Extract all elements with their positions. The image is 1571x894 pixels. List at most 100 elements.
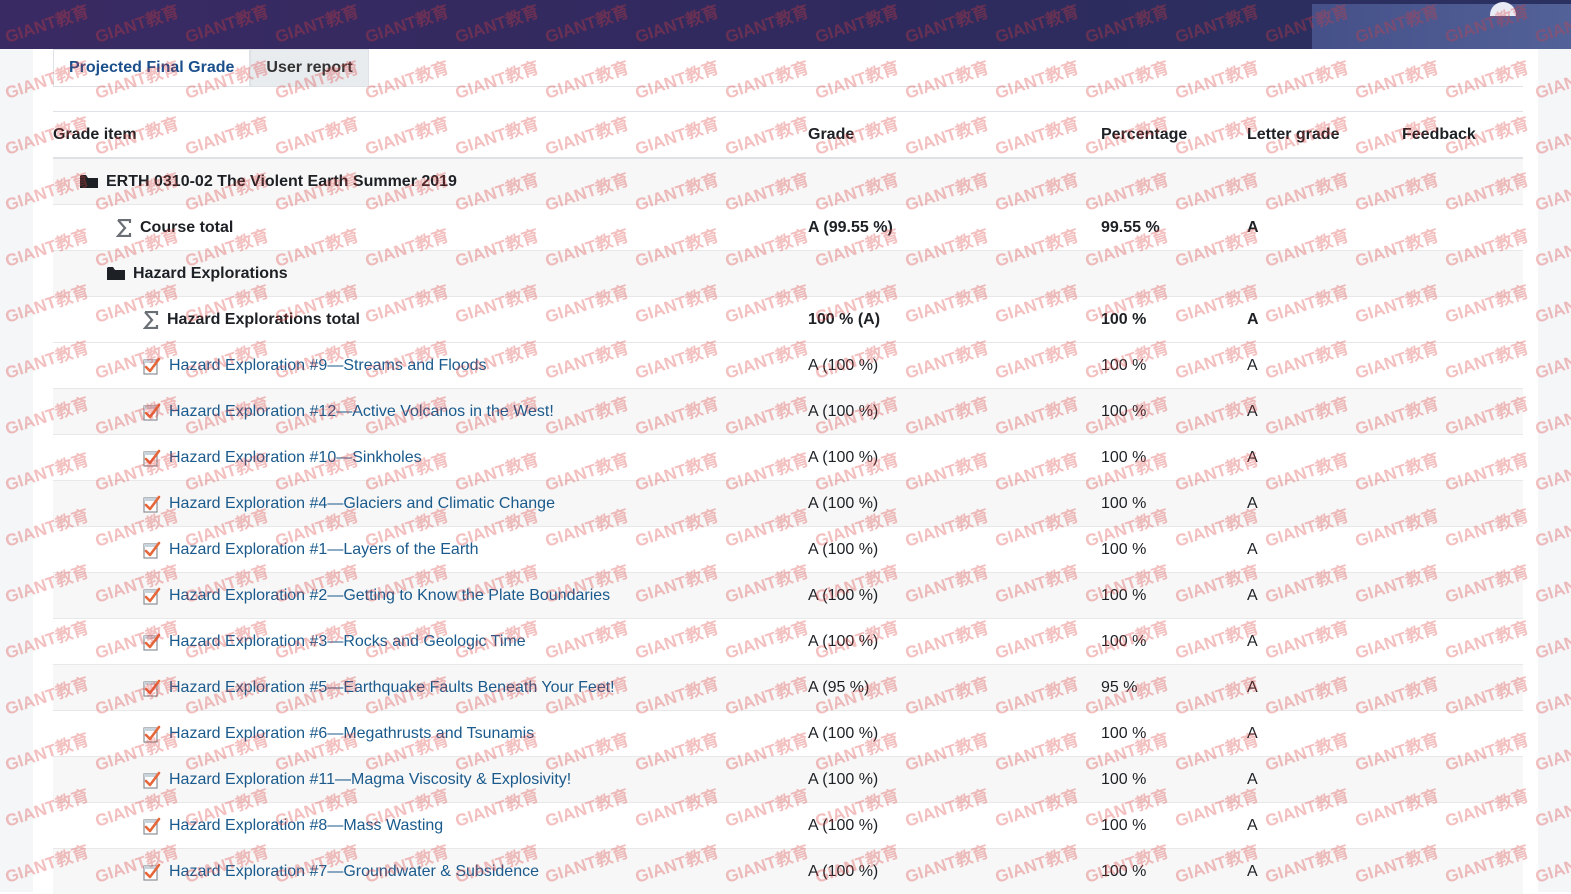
assignment-grade: A (100 %) xyxy=(808,619,1101,665)
category-total-letter: A xyxy=(1247,297,1402,343)
assignment-percentage: 100 % xyxy=(1101,435,1247,481)
report-tabs: Projected Final Grade User report xyxy=(53,49,369,87)
assignment-icon xyxy=(143,403,161,421)
assignment-grade: A (100 %) xyxy=(808,711,1101,757)
assignment-percentage: 100 % xyxy=(1101,481,1247,527)
assignment-icon xyxy=(143,449,161,467)
assignment-percentage: 100 % xyxy=(1101,527,1247,573)
assignment-icon xyxy=(143,357,161,375)
assignment-grade: A (100 %) xyxy=(808,343,1101,389)
assignment-grade: A (100 %) xyxy=(808,757,1101,803)
course-row: ERTH 0310-02 The Violent Earth Summer 20… xyxy=(53,158,1523,205)
course-total-row: Course total A (99.55 %) 99.55 % A xyxy=(53,205,1523,251)
assignment-feedback xyxy=(1402,665,1523,711)
assignment-letter-grade: A xyxy=(1247,527,1402,573)
assignment-feedback xyxy=(1402,803,1523,849)
assignment-letter-grade: A xyxy=(1247,803,1402,849)
category-total-feedback xyxy=(1402,297,1523,343)
column-header-grade: Grade xyxy=(808,112,1101,159)
assignment-percentage: 100 % xyxy=(1101,711,1247,757)
table-row: Hazard Exploration #6—Megathrusts and Ts… xyxy=(53,711,1523,757)
category-total-percentage: 100 % xyxy=(1101,297,1247,343)
table-header-row: Grade item Grade Percentage Letter grade… xyxy=(53,112,1523,159)
assignment-letter-grade: A xyxy=(1247,849,1402,894)
course-total-grade: A (99.55 %) xyxy=(808,205,1101,251)
course-name: ERTH 0310-02 The Violent Earth Summer 20… xyxy=(106,173,457,191)
assignment-letter-grade: A xyxy=(1247,481,1402,527)
assignment-grade: A (100 %) xyxy=(808,481,1101,527)
assignment-letter-grade: A xyxy=(1247,435,1402,481)
table-row: Hazard Exploration #5—Earthquake Faults … xyxy=(53,665,1523,711)
table-row: Hazard Exploration #2—Getting to Know th… xyxy=(53,573,1523,619)
assignment-icon xyxy=(143,679,161,697)
table-row: Hazard Exploration #12—Active Volcanos i… xyxy=(53,389,1523,435)
assignment-letter-grade: A xyxy=(1247,573,1402,619)
assignment-feedback xyxy=(1402,573,1523,619)
assignment-feedback xyxy=(1402,757,1523,803)
assignment-icon xyxy=(143,587,161,605)
category-total-row: Hazard Explorations total 100 % (A) 100 … xyxy=(53,297,1523,343)
assignment-feedback xyxy=(1402,435,1523,481)
category-row: Hazard Explorations xyxy=(53,251,1523,297)
column-header-grade-item: Grade item xyxy=(53,112,808,159)
assignment-feedback xyxy=(1402,343,1523,389)
category-total-grade: 100 % (A) xyxy=(808,297,1101,343)
table-row: Hazard Exploration #7—Groundwater & Subs… xyxy=(53,849,1523,894)
assignment-percentage: 100 % xyxy=(1101,343,1247,389)
category-name: Hazard Explorations xyxy=(133,265,288,283)
table-row: Hazard Exploration #11—Magma Viscosity &… xyxy=(53,757,1523,803)
course-total-letter: A xyxy=(1247,205,1402,251)
column-header-letter-grade: Letter grade xyxy=(1247,112,1402,159)
assignment-link[interactable]: Hazard Exploration #2—Getting to Know th… xyxy=(169,587,610,605)
assignment-grade: A (100 %) xyxy=(808,573,1101,619)
assignment-percentage: 100 % xyxy=(1101,389,1247,435)
assignment-icon xyxy=(143,495,161,513)
assignment-icon xyxy=(143,817,161,835)
assignment-grade: A (100 %) xyxy=(808,803,1101,849)
assignment-grade: A (100 %) xyxy=(808,389,1101,435)
table-row: Hazard Exploration #10—SinkholesA (100 %… xyxy=(53,435,1523,481)
assignment-link[interactable]: Hazard Exploration #5—Earthquake Faults … xyxy=(169,679,615,697)
assignment-link[interactable]: Hazard Exploration #3—Rocks and Geologic… xyxy=(169,633,526,651)
assignment-letter-grade: A xyxy=(1247,711,1402,757)
assignment-link[interactable]: Hazard Exploration #8—Mass Wasting xyxy=(169,817,443,835)
assignment-percentage: 95 % xyxy=(1101,665,1247,711)
assignment-percentage: 100 % xyxy=(1101,849,1247,894)
tab-user-report[interactable]: User report xyxy=(250,49,368,87)
table-row: Hazard Exploration #9—Streams and Floods… xyxy=(53,343,1523,389)
assignment-link[interactable]: Hazard Exploration #1—Layers of the Eart… xyxy=(169,541,479,559)
course-total-label: Course total xyxy=(140,219,233,237)
assignment-letter-grade: A xyxy=(1247,619,1402,665)
sigma-icon xyxy=(116,219,132,237)
assignment-feedback xyxy=(1402,389,1523,435)
assignment-grade: A (100 %) xyxy=(808,849,1101,894)
assignment-feedback xyxy=(1402,527,1523,573)
assignment-link[interactable]: Hazard Exploration #4—Glaciers and Clima… xyxy=(169,495,555,513)
assignment-link[interactable]: Hazard Exploration #11—Magma Viscosity &… xyxy=(169,771,571,789)
assignment-icon xyxy=(143,541,161,559)
assignment-link[interactable]: Hazard Exploration #9—Streams and Floods xyxy=(169,357,487,375)
assignment-link[interactable]: Hazard Exploration #12—Active Volcanos i… xyxy=(169,403,554,421)
folder-icon xyxy=(107,266,125,281)
category-total-label: Hazard Explorations total xyxy=(167,311,360,329)
table-row: Hazard Exploration #4—Glaciers and Clima… xyxy=(53,481,1523,527)
assignment-feedback xyxy=(1402,619,1523,665)
assignment-grade: A (100 %) xyxy=(808,527,1101,573)
assignment-letter-grade: A xyxy=(1247,757,1402,803)
assignment-link[interactable]: Hazard Exploration #7—Groundwater & Subs… xyxy=(169,863,539,881)
assignment-percentage: 100 % xyxy=(1101,619,1247,665)
assignment-letter-grade: A xyxy=(1247,389,1402,435)
tab-projected-final-grade[interactable]: Projected Final Grade xyxy=(53,49,250,87)
top-navbar xyxy=(0,0,1571,49)
table-row: Hazard Exploration #1—Layers of the Eart… xyxy=(53,527,1523,573)
assignment-link[interactable]: Hazard Exploration #6—Megathrusts and Ts… xyxy=(169,725,534,743)
assignment-icon xyxy=(143,633,161,651)
page-left-gutter xyxy=(0,49,33,892)
assignment-letter-grade: A xyxy=(1247,665,1402,711)
column-header-percentage: Percentage xyxy=(1101,112,1247,159)
assignment-percentage: 100 % xyxy=(1101,803,1247,849)
assignment-feedback xyxy=(1402,849,1523,894)
assignment-link[interactable]: Hazard Exploration #10—Sinkholes xyxy=(169,449,422,467)
table-row: Hazard Exploration #3—Rocks and Geologic… xyxy=(53,619,1523,665)
course-total-percentage: 99.55 % xyxy=(1101,205,1247,251)
